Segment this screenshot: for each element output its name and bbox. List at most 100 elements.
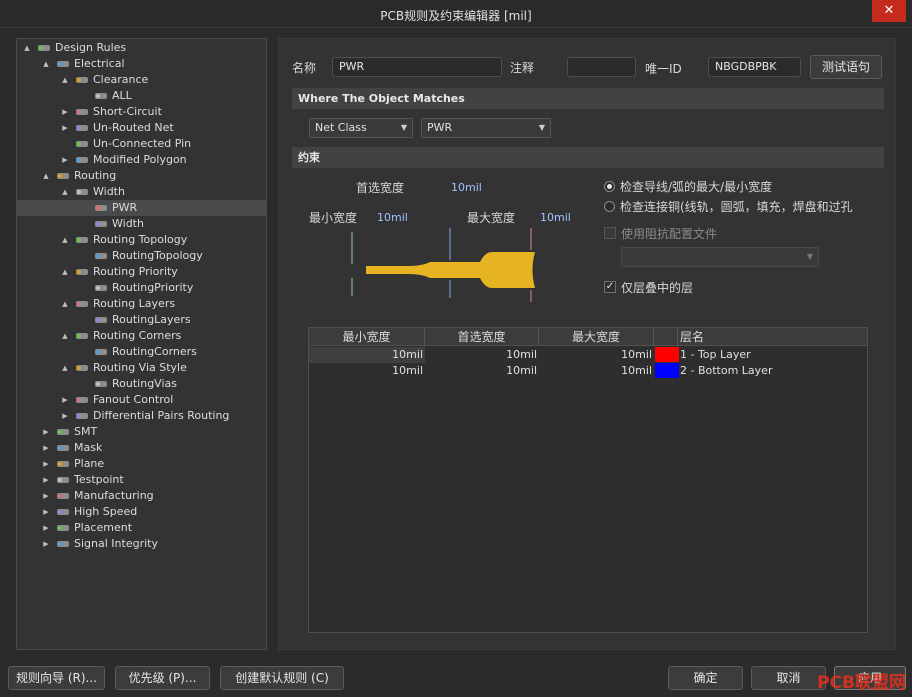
tree-item[interactable]: ▶ High Speed: [17, 504, 266, 520]
check-track-width-radio[interactable]: [604, 181, 615, 192]
tree-item[interactable]: ▲ Design Rules: [17, 40, 266, 56]
col-layer-color[interactable]: [654, 328, 678, 346]
stack-layers-only-checkbox[interactable]: ✓: [604, 281, 616, 293]
expand-arrow-icon[interactable]: ▶: [61, 408, 69, 424]
expand-arrow-icon[interactable]: ▶: [61, 120, 69, 136]
max-width-value[interactable]: 10mil: [540, 211, 571, 224]
expand-arrow-icon[interactable]: ▶: [42, 456, 50, 472]
expand-arrow-icon[interactable]: ▶: [61, 392, 69, 408]
tree-item[interactable]: RoutingVias: [17, 376, 266, 392]
impedance-profile-select[interactable]: ▼: [621, 247, 819, 267]
ok-button[interactable]: 确定: [668, 666, 743, 690]
tree-item[interactable]: Un-Connected Pin: [17, 136, 266, 152]
check-copper-radio[interactable]: [604, 201, 615, 212]
preferred-width-value[interactable]: 10mil: [451, 181, 482, 194]
cancel-button[interactable]: 取消: [751, 666, 826, 690]
rule-item-icon: [94, 202, 108, 214]
min-width-value[interactable]: 10mil: [377, 211, 408, 224]
tree-item[interactable]: ▶ Modified Polygon: [17, 152, 266, 168]
tree-item[interactable]: RoutingTopology: [17, 248, 266, 264]
tree-item[interactable]: RoutingPriority: [17, 280, 266, 296]
tree-item[interactable]: ▶ Plane: [17, 456, 266, 472]
match-type-select[interactable]: Net Class ▼: [309, 118, 413, 138]
expand-arrow-icon[interactable]: ▶: [42, 424, 50, 440]
tree-item[interactable]: ▶ Testpoint: [17, 472, 266, 488]
collapse-arrow-icon[interactable]: ▲: [61, 184, 69, 200]
rule-item-icon: [94, 378, 108, 390]
tree-item[interactable]: RoutingLayers: [17, 312, 266, 328]
create-default-rules-button[interactable]: 创建默认规则 (C): [220, 666, 344, 690]
table-row[interactable]: 10mil 10mil 10mil 1 - Top Layer: [309, 347, 867, 363]
expand-arrow-icon[interactable]: ▶: [61, 152, 69, 168]
window-title: PCB规则及约束编辑器 [mil]: [380, 9, 532, 23]
tree-item[interactable]: ▲ Electrical: [17, 56, 266, 72]
rule-item-icon: [94, 346, 108, 358]
tree-item[interactable]: ▶ Differential Pairs Routing: [17, 408, 266, 424]
tree-item[interactable]: ALL: [17, 88, 266, 104]
tree-item[interactable]: ▶ SMT: [17, 424, 266, 440]
tree-item[interactable]: ▲ Routing Layers: [17, 296, 266, 312]
impedance-profile-checkbox[interactable]: [604, 227, 616, 239]
tree-item-label: SMT: [74, 425, 98, 438]
tree-item[interactable]: ▶ Un-Routed Net: [17, 120, 266, 136]
rules-tree[interactable]: ▲ Design Rules ▲ Electrical ▲ Clearance ALL ▶ Sh…: [16, 38, 267, 650]
layer-width-table[interactable]: 最小宽度 首选宽度 最大宽度 层名 10mil 10mil 10mil 1 - Top…: [308, 327, 868, 633]
close-button[interactable]: ✕: [872, 0, 906, 22]
rule-wizard-button[interactable]: 规则向导 (R)...: [8, 666, 105, 690]
collapse-arrow-icon[interactable]: ▲: [61, 264, 69, 280]
tree-item[interactable]: ▶ Short-Circuit: [17, 104, 266, 120]
tree-item[interactable]: Width: [17, 216, 266, 232]
expand-arrow-icon[interactable]: ▶: [42, 504, 50, 520]
cell-max-width[interactable]: 10mil: [539, 363, 652, 379]
tree-item[interactable]: ▶ Manufacturing: [17, 488, 266, 504]
col-max-width[interactable]: 最大宽度: [539, 328, 654, 346]
collapse-arrow-icon[interactable]: ▲: [23, 40, 31, 56]
comment-input[interactable]: [567, 57, 636, 77]
tree-item[interactable]: ▲ Routing Via Style: [17, 360, 266, 376]
tree-item[interactable]: ▲ Clearance: [17, 72, 266, 88]
collapse-arrow-icon[interactable]: ▲: [42, 168, 50, 184]
uid-input[interactable]: NBGDBPBK: [708, 57, 801, 77]
tree-item[interactable]: PWR: [17, 200, 266, 216]
cell-max-width[interactable]: 10mil: [539, 347, 652, 363]
cell-preferred-width[interactable]: 10mil: [425, 363, 537, 379]
collapse-arrow-icon[interactable]: ▲: [61, 360, 69, 376]
tree-item[interactable]: ▶ Placement: [17, 520, 266, 536]
col-layer-name[interactable]: 层名: [678, 328, 867, 346]
stack-layers-only-label: 仅层叠中的层: [621, 281, 694, 295]
tree-item[interactable]: ▲ Width: [17, 184, 266, 200]
tree-item[interactable]: ▶ Mask: [17, 440, 266, 456]
expand-arrow-icon[interactable]: ▶: [42, 488, 50, 504]
expand-arrow-icon[interactable]: ▶: [42, 536, 50, 552]
net-class-select[interactable]: PWR ▼: [421, 118, 551, 138]
col-preferred-width[interactable]: 首选宽度: [425, 328, 539, 346]
cell-min-width[interactable]: 10mil: [309, 347, 423, 363]
name-input[interactable]: PWR: [332, 57, 502, 77]
expand-arrow-icon[interactable]: ▶: [42, 472, 50, 488]
tree-item[interactable]: ▲ Routing Priority: [17, 264, 266, 280]
collapse-arrow-icon[interactable]: ▲: [61, 232, 69, 248]
tree-item[interactable]: ▶ Signal Integrity: [17, 536, 266, 552]
cell-preferred-width[interactable]: 10mil: [425, 347, 537, 363]
chevron-down-icon: ▼: [538, 123, 545, 132]
tree-item[interactable]: ▶ Fanout Control: [17, 392, 266, 408]
tree-item[interactable]: ▲ Routing Topology: [17, 232, 266, 248]
tree-item-label: RoutingTopology: [112, 249, 203, 262]
placement-icon: [56, 522, 70, 534]
collapse-arrow-icon[interactable]: ▲: [61, 296, 69, 312]
tree-item[interactable]: RoutingCorners: [17, 344, 266, 360]
expand-arrow-icon[interactable]: ▶: [61, 104, 69, 120]
priorities-button[interactable]: 优先级 (P)...: [115, 666, 210, 690]
table-row[interactable]: 10mil 10mil 10mil 2 - Bottom Layer: [309, 363, 867, 379]
collapse-arrow-icon[interactable]: ▲: [61, 328, 69, 344]
cell-min-width[interactable]: 10mil: [309, 363, 423, 379]
col-min-width[interactable]: 最小宽度: [309, 328, 425, 346]
collapse-arrow-icon[interactable]: ▲: [42, 56, 50, 72]
test-query-button[interactable]: 测试语句: [810, 55, 882, 79]
tree-item[interactable]: ▲ Routing Corners: [17, 328, 266, 344]
collapse-arrow-icon[interactable]: ▲: [61, 72, 69, 88]
tree-item-label: RoutingPriority: [112, 281, 194, 294]
tree-item[interactable]: ▲ Routing: [17, 168, 266, 184]
expand-arrow-icon[interactable]: ▶: [42, 520, 50, 536]
expand-arrow-icon[interactable]: ▶: [42, 440, 50, 456]
